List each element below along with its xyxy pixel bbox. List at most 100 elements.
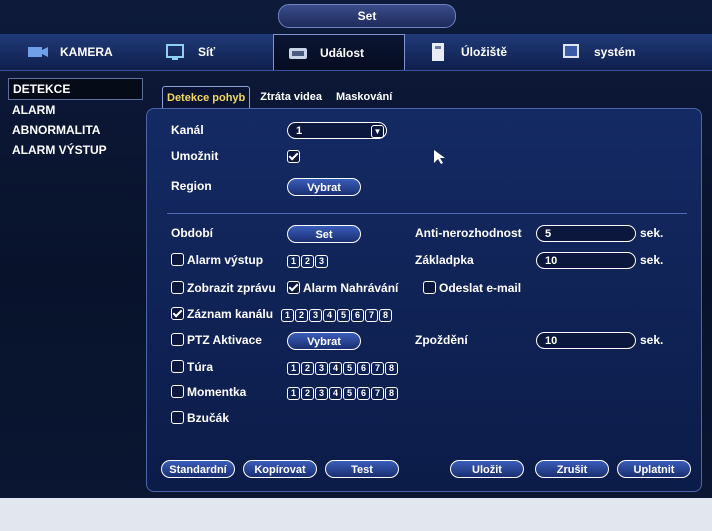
window-title: Set [278,4,456,28]
odeslat-email-label: Odeslat e-mail [439,281,522,295]
anti-nerozhodnost-label: Anti-nerozhodnost [415,226,522,240]
storage-icon [432,43,444,61]
alarm-nahravani-row: Alarm Nahrávání [287,281,398,295]
odeslat-email-row: Odeslat e-mail [423,281,521,295]
alarm-vystup-label: Alarm výstup [187,253,264,267]
ptz-aktivace-row: PTZ Aktivace [171,333,262,347]
nav-tab-kamera[interactable]: KAMERA [14,34,134,70]
ulozit-button[interactable]: Uložit [450,460,524,478]
alarm-nahravani-checkbox[interactable] [287,281,300,294]
channel-button[interactable]: 7 [371,362,384,375]
zobrazit-zpravu-checkbox[interactable] [171,281,184,294]
kopirovat-button[interactable]: Kopírovat [243,460,317,478]
channel-button[interactable]: 7 [365,309,378,322]
sidebar-item-abnormalita[interactable]: ABNORMALITA [8,120,143,140]
ptz-aktivace-label: PTZ Aktivace [187,333,262,347]
nav-tab-sit[interactable]: Síť [152,34,262,70]
channel-button[interactable]: 5 [343,362,356,375]
channel-button[interactable]: 2 [295,309,308,322]
camera-icon [28,47,48,57]
sidebar-item-detekce[interactable]: DETEKCE [8,78,143,100]
channel-button[interactable]: 1 [287,362,300,375]
obdobi-label: Období [171,226,213,240]
channel-button[interactable]: 3 [315,387,328,400]
sub-tabs: Detekce pohyb Ztráta videa Maskování [162,86,396,110]
tura-channels: 12345678 [287,360,399,375]
channel-button[interactable]: 2 [301,362,314,375]
alarm-nahravani-label: Alarm Nahrávání [303,281,399,295]
event-icon [289,47,307,59]
anti-nerozhodnost-input[interactable]: 5 [536,225,636,242]
nav-label: Úložiště [461,45,508,59]
tura-label: Túra [187,360,214,374]
channel-button[interactable]: 4 [329,362,342,375]
zakladpka-input[interactable]: 10 [536,252,636,269]
tab-detekce-pohyb[interactable]: Detekce pohyb [162,86,251,110]
tab-maskovani[interactable]: Maskování [332,86,396,108]
dvr-screen: Set KAMERA Síť Událost Úložiště systém D… [0,0,712,498]
alarm-vystup-row: Alarm výstup [171,253,263,267]
channel-button[interactable]: 4 [329,387,342,400]
channel-button[interactable]: 1 [281,309,294,322]
channel-button[interactable]: 8 [385,362,398,375]
channel-button[interactable]: 3 [315,362,328,375]
network-icon [166,44,184,60]
mouse-cursor-icon [434,150,445,164]
top-navigation: KAMERA Síť Událost Úložiště systém [0,34,712,71]
ptz-select-button[interactable]: Vybrat [287,332,361,350]
channel-button[interactable]: 6 [357,387,370,400]
channel-button[interactable]: 2 [301,255,314,268]
odeslat-email-checkbox[interactable] [423,281,436,294]
umoznit-checkbox[interactable] [287,150,300,163]
system-icon [563,44,579,58]
obdobi-set-button[interactable]: Set [287,225,361,243]
channel-button[interactable]: 6 [351,309,364,322]
channel-button[interactable]: 2 [301,387,314,400]
standardni-button[interactable]: Standardní [161,460,235,478]
channel-button[interactable]: 7 [371,387,384,400]
channel-button[interactable]: 4 [323,309,336,322]
nav-label: systém [594,45,636,59]
channel-button[interactable]: 3 [315,255,328,268]
test-button[interactable]: Test [325,460,399,478]
momentka-checkbox[interactable] [171,385,184,398]
nav-tab-system[interactable]: systém [548,34,668,70]
alarm-vystup-checkbox[interactable] [171,253,184,266]
alarm-vystup-channels: 123 [287,253,329,268]
momentka-row: Momentka [171,385,246,399]
zobrazit-zpravu-row: Zobrazit zprávu [171,281,276,295]
channel-button[interactable]: 1 [287,255,300,268]
channel-button[interactable]: 1 [287,387,300,400]
bzucak-checkbox[interactable] [171,411,184,424]
umoznit-label: Umožnit [171,149,219,163]
nav-label: Událost [320,45,365,60]
zrusit-button[interactable]: Zrušit [535,460,609,478]
channel-button[interactable]: 6 [357,362,370,375]
zaznam-kanalu-row: Záznam kanálu [171,307,273,321]
zaznam-kanalu-checkbox[interactable] [171,307,184,320]
settings-panel: Kanál 1 ▼ Umožnit Region Vybrat Období S… [146,108,702,492]
channel-button[interactable]: 8 [379,309,392,322]
chevron-down-icon: ▼ [371,125,384,138]
nav-tab-uloziste[interactable]: Úložiště [415,34,535,70]
channel-button[interactable]: 5 [343,387,356,400]
sidebar-item-alarm-vystup[interactable]: ALARM VÝSTUP [8,140,143,160]
zaznam-channels: 12345678 [281,307,393,322]
zpozdeni-input[interactable]: 10 [536,332,636,349]
uplatnit-button[interactable]: Uplatnit [617,460,691,478]
nav-label: Síť [198,45,216,59]
sidebar-item-alarm[interactable]: ALARM [8,100,143,120]
tab-ztrata-videa[interactable]: Ztráta videa [256,86,326,108]
kanal-select[interactable]: 1 ▼ [287,122,387,139]
region-select-button[interactable]: Vybrat [287,178,361,196]
ptz-aktivace-checkbox[interactable] [171,333,184,346]
tura-checkbox[interactable] [171,360,184,373]
tura-row: Túra [171,360,213,374]
nav-tab-udalost[interactable]: Událost [273,34,405,70]
region-label: Region [171,179,212,193]
channel-button[interactable]: 3 [309,309,322,322]
bzucak-label: Bzučák [187,411,230,425]
channel-button[interactable]: 5 [337,309,350,322]
channel-button[interactable]: 8 [385,387,398,400]
zpozdeni-label: Zpoždění [415,333,468,347]
